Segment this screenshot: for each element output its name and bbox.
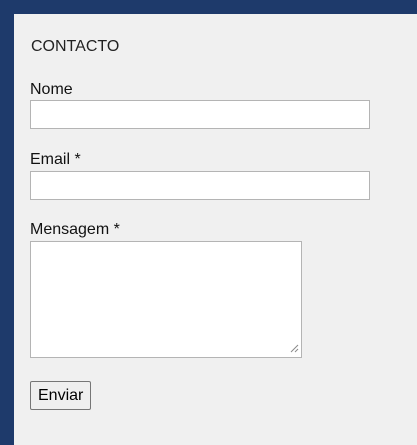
name-label: Nome (30, 81, 73, 98)
resize-grip-icon[interactable] (289, 343, 299, 353)
name-input[interactable] (30, 100, 370, 129)
message-textarea[interactable] (30, 241, 302, 358)
contact-form-panel: CONTACTO Nome Email * Mensagem * Enviar (14, 14, 417, 445)
email-input[interactable] (30, 171, 370, 200)
email-label: Email * (30, 151, 81, 168)
form-heading: CONTACTO (31, 38, 120, 55)
send-button[interactable]: Enviar (30, 381, 92, 410)
message-label: Mensagem * (30, 221, 120, 238)
